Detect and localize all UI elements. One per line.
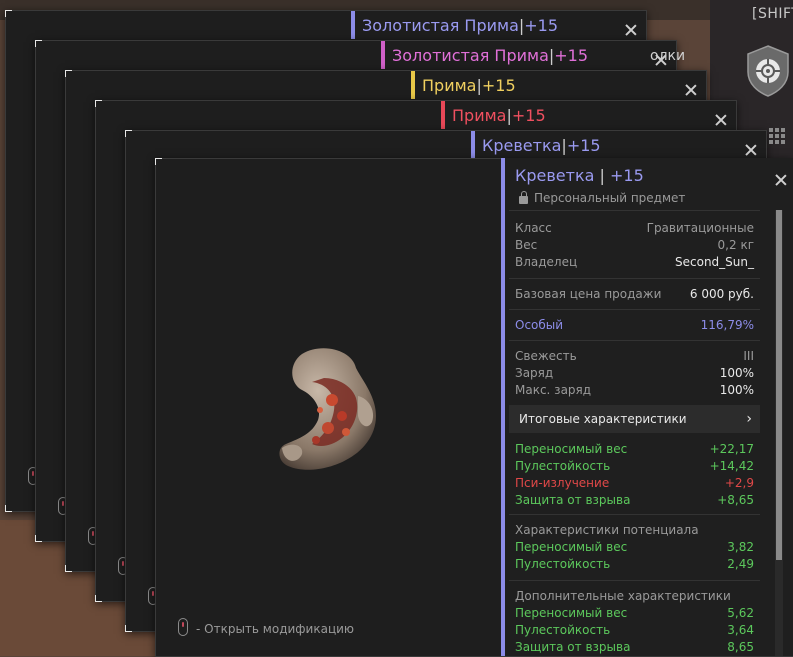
window-level: +15: [481, 75, 516, 95]
stat-row: Владелец Second_Sun_: [515, 255, 754, 269]
stat-row: Класс Гравитационные: [515, 221, 754, 235]
close-icon[interactable]: [715, 114, 727, 126]
window-title: Прима: [422, 75, 477, 95]
close-icon[interactable]: [685, 84, 697, 96]
stat-row: Пси-излучение +2,9: [515, 476, 754, 490]
window-header: Прима | +15: [411, 71, 706, 99]
window-header: Золотистая Прима | +15: [351, 11, 646, 39]
details-scrollbar[interactable]: [775, 210, 783, 656]
hud-menu-label: олки: [650, 48, 686, 64]
stat-row: Защита от взрыва +8,65: [515, 493, 754, 507]
open-modification-hint[interactable]: - Открыть модификацию: [196, 622, 354, 636]
window-level: +15: [511, 105, 546, 125]
section-title: Дополнительные характеристики: [515, 589, 731, 603]
window-title: Золотистая Прима: [362, 15, 519, 35]
extra-section: Дополнительные характеристики Переносимы…: [509, 580, 760, 656]
stat-row: Пулестойкость 2,49: [515, 557, 754, 571]
window-header: Золотистая Прима | +15: [381, 41, 676, 69]
stat-row: Пулестойкость 3,64: [515, 623, 754, 637]
stat-row: Вес 0,2 кг: [515, 238, 754, 252]
chevron-right-icon: ›: [746, 411, 752, 427]
shift-hint: [SHIFT]: [752, 6, 793, 22]
item-title: Креветка | +15: [515, 166, 644, 185]
close-icon[interactable]: [775, 174, 787, 186]
item-subtitle: Персональный предмет: [519, 191, 685, 205]
close-icon[interactable]: [625, 24, 637, 36]
stat-row: Особый 116,79%: [515, 318, 754, 332]
item-details-panel: Креветка | +15 Персональный предмет Клас…: [501, 158, 793, 656]
window-title: Прима: [452, 105, 507, 125]
scrollbar-thumb[interactable]: [776, 210, 782, 560]
window-title: Креветка: [482, 135, 562, 155]
stat-row: Переносимый вес 5,62: [515, 606, 754, 620]
price-section: Базовая цена продажи 6 000 руб.: [509, 278, 760, 309]
lock-icon: [519, 191, 528, 204]
stat-row: Переносимый вес +22,17: [515, 442, 754, 456]
mouse-icon: [178, 618, 188, 636]
window-level: +15: [566, 135, 601, 155]
window-header: Прима | +15: [441, 101, 736, 129]
window-title: Золотистая Прима: [392, 45, 549, 65]
base-info-section: Класс Гравитационные Вес 0,2 кг Владелец Se…: [509, 210, 760, 278]
window-level: +15: [524, 15, 559, 35]
shield-emblem-icon[interactable]: [744, 44, 792, 98]
window-level: +15: [554, 45, 589, 65]
stat-row: Защита от взрыва 8,65: [515, 640, 754, 654]
section-title: Характеристики потенциала: [515, 523, 699, 537]
stat-row: Пулестойкость +14,42: [515, 459, 754, 473]
close-icon[interactable]: [745, 144, 757, 156]
state-section: Свежесть III Заряд 100% Макс. заряд 100%: [509, 340, 760, 404]
stat-row: Заряд 100%: [515, 366, 754, 380]
item-level: +15: [609, 166, 644, 185]
totals-button[interactable]: Итоговые характеристики ›: [509, 405, 760, 433]
item-artifact-image: [279, 348, 376, 470]
potential-section: Характеристики потенциала Переносимый ве…: [509, 514, 760, 580]
totals-section: Переносимый вес +22,17 Пулестойкость +14,4…: [509, 434, 760, 514]
rarity-section: Особый 116,79%: [509, 309, 760, 340]
stat-row: Переносимый вес 3,82: [515, 540, 754, 554]
window-header: Креветка | +15: [471, 131, 766, 159]
stat-row: Свежесть III: [515, 349, 754, 363]
grid-icon[interactable]: [769, 128, 785, 144]
stat-row: Базовая цена продажи 6 000 руб.: [515, 287, 754, 301]
stat-row: Макс. заряд 100%: [515, 383, 754, 397]
